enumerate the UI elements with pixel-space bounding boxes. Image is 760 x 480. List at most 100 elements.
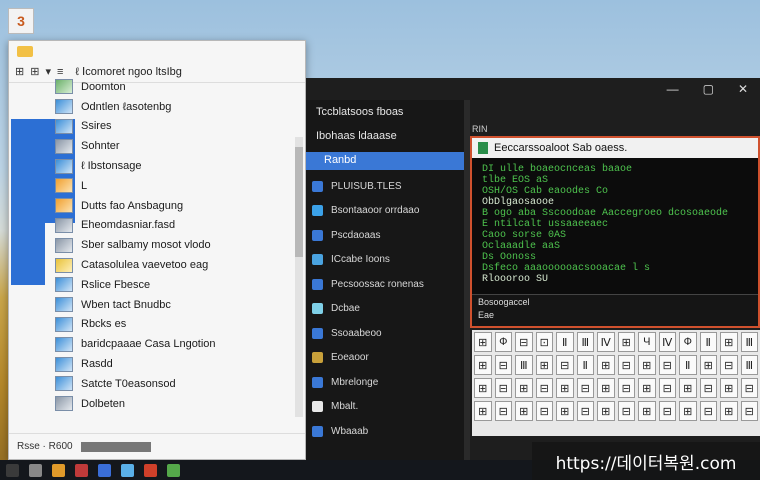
- key-button[interactable]: ⊞: [617, 332, 635, 352]
- key-button[interactable]: Ⅳ: [658, 332, 676, 352]
- key-button[interactable]: ⊞: [515, 378, 533, 398]
- view-icon[interactable]: ⊞: [15, 65, 24, 78]
- key-button[interactable]: ⊞: [720, 332, 738, 352]
- key-button[interactable]: ⊞: [638, 401, 656, 421]
- key-button[interactable]: ⊞: [720, 401, 738, 421]
- key-button[interactable]: ⊞: [720, 378, 738, 398]
- key-button[interactable]: ⊟: [494, 378, 512, 398]
- list-item[interactable]: Dolbeten: [55, 394, 293, 414]
- key-button[interactable]: Ⅱ: [679, 355, 697, 375]
- key-button[interactable]: ⊞: [638, 355, 656, 375]
- key-button[interactable]: ⊟: [658, 378, 676, 398]
- key-button[interactable]: Ⅲ: [515, 355, 533, 375]
- key-button[interactable]: ⊟: [494, 401, 512, 421]
- key-button[interactable]: ⊟: [535, 378, 553, 398]
- key-button[interactable]: Ⅲ: [740, 332, 758, 352]
- sidebar-selected-item[interactable]: Ranbd: [306, 152, 464, 170]
- list-item[interactable]: baridcpaaae Casa Lngotion: [55, 334, 293, 354]
- key-button[interactable]: ⊞: [474, 332, 492, 352]
- sidebar-item[interactable]: Mbalt.: [306, 395, 464, 420]
- key-button[interactable]: ⊟: [576, 401, 594, 421]
- list-item[interactable]: Eheomdasniar.fasd: [55, 216, 293, 236]
- maximize-icon[interactable]: ▢: [703, 82, 714, 96]
- key-button[interactable]: ⊞: [679, 401, 697, 421]
- sidebar-item[interactable]: Pscdaoaas: [306, 223, 464, 248]
- key-button[interactable]: ⊟: [617, 401, 635, 421]
- sidebar-item[interactable]: Wbaaab: [306, 419, 464, 444]
- key-button[interactable]: ⊟: [658, 401, 676, 421]
- list-item[interactable]: Ssires: [55, 117, 293, 137]
- key-button[interactable]: ⊟: [699, 378, 717, 398]
- taskbar-app-icon[interactable]: [167, 463, 180, 477]
- key-button[interactable]: ⊞: [474, 355, 492, 375]
- key-button[interactable]: Ⅱ: [556, 332, 574, 352]
- key-button[interactable]: ⊞: [638, 378, 656, 398]
- sidebar-item[interactable]: Mbrelonge: [306, 370, 464, 395]
- taskbar-app-icon[interactable]: [121, 463, 134, 477]
- key-button[interactable]: ⊞: [597, 401, 615, 421]
- taskbar-app-icon[interactable]: [75, 463, 88, 477]
- key-button[interactable]: Ⅲ: [740, 355, 758, 375]
- key-button[interactable]: ⊡: [535, 332, 553, 352]
- key-button[interactable]: ⊞: [535, 355, 553, 375]
- key-button[interactable]: ⊞: [515, 401, 533, 421]
- taskbar-app-icon[interactable]: [29, 463, 42, 477]
- list-item[interactable]: Sohnter: [55, 136, 293, 156]
- list-item[interactable]: Catasolulea vaevetoo eag: [55, 255, 293, 275]
- list-item[interactable]: Wben tact Bnudbc: [55, 295, 293, 315]
- key-button[interactable]: ⊞: [699, 355, 717, 375]
- taskbar-app-icon[interactable]: [144, 463, 157, 477]
- key-button[interactable]: Ф: [679, 332, 697, 352]
- key-button[interactable]: ⊞: [597, 378, 615, 398]
- sidebar-item[interactable]: Pecsoossac ronenas: [306, 272, 464, 297]
- sidebar-item[interactable]: Bsontaaoor orrdaao: [306, 199, 464, 224]
- list-item[interactable]: Rbcks es: [55, 315, 293, 335]
- list-item[interactable]: Dutts fao Ansbagung: [55, 196, 293, 216]
- list-item[interactable]: Rslice Fbesce: [55, 275, 293, 295]
- key-button[interactable]: ⊟: [740, 401, 758, 421]
- key-button[interactable]: ⊟: [515, 332, 533, 352]
- sidebar-item[interactable]: PLUISUB.TLES: [306, 174, 464, 199]
- explorer-scrollbar[interactable]: [295, 137, 303, 417]
- key-button[interactable]: ⊟: [494, 355, 512, 375]
- dropdown-icon[interactable]: ▾: [45, 65, 51, 78]
- close-icon[interactable]: ✕: [738, 82, 748, 96]
- taskbar-app-icon[interactable]: [52, 463, 65, 477]
- key-button[interactable]: Ч: [638, 332, 656, 352]
- key-button[interactable]: Ⅱ: [699, 332, 717, 352]
- key-button[interactable]: ⊟: [576, 378, 594, 398]
- sidebar-item[interactable]: ICcabe Ioons: [306, 248, 464, 273]
- key-button[interactable]: ⊟: [720, 355, 738, 375]
- key-button[interactable]: ⊟: [617, 355, 635, 375]
- menu-icon[interactable]: ≡: [57, 66, 63, 78]
- minimize-icon[interactable]: —: [667, 82, 679, 96]
- panel-tab[interactable]: RIN: [472, 124, 488, 134]
- key-button[interactable]: ⊟: [617, 378, 635, 398]
- key-button[interactable]: ⊞: [556, 401, 574, 421]
- key-button[interactable]: ⊟: [740, 378, 758, 398]
- key-button[interactable]: ⊞: [556, 378, 574, 398]
- key-button[interactable]: Ⅱ: [576, 355, 594, 375]
- taskbar-app-icon[interactable]: [6, 463, 19, 477]
- list-item[interactable]: Rasdd: [55, 354, 293, 374]
- key-button[interactable]: Ⅲ: [576, 332, 594, 352]
- sidebar-item[interactable]: Dcbae: [306, 297, 464, 322]
- sidebar-item[interactable]: Ssoaabeoo: [306, 321, 464, 346]
- key-button[interactable]: ⊟: [699, 401, 717, 421]
- list-item[interactable]: ℓ Ibstonsage: [55, 156, 293, 176]
- list-item[interactable]: L: [55, 176, 293, 196]
- key-button[interactable]: Ⅳ: [597, 332, 615, 352]
- key-button[interactable]: ⊟: [556, 355, 574, 375]
- list-item[interactable]: Doomton: [55, 77, 293, 97]
- list-item[interactable]: Sber salbamy mosot vlodo: [55, 235, 293, 255]
- desktop-app-icon[interactable]: 3: [8, 8, 34, 34]
- key-button[interactable]: ⊟: [658, 355, 676, 375]
- sidebar-item[interactable]: Eoeaoor: [306, 346, 464, 371]
- key-button[interactable]: Ф: [494, 332, 512, 352]
- list-item[interactable]: Satcte T0easonsod: [55, 374, 293, 394]
- key-button[interactable]: ⊞: [474, 378, 492, 398]
- taskbar-app-icon[interactable]: [98, 463, 111, 477]
- key-button[interactable]: ⊞: [474, 401, 492, 421]
- terminal-panel[interactable]: Eeccarssoaloot Sab oaess. DI ulle boaeoc…: [470, 136, 760, 328]
- key-button[interactable]: ⊞: [679, 378, 697, 398]
